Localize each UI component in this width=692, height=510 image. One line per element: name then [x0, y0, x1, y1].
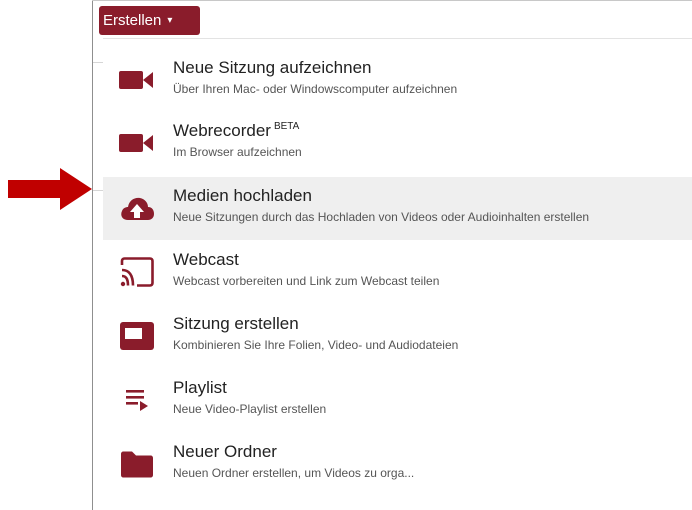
menu-item-title: Neuer Ordner [173, 442, 277, 461]
screenshot-page: Erstellen ▾ Neue Sitzung aufzeichnen Übe… [0, 0, 692, 510]
folder-icon [119, 446, 155, 482]
caret-down-icon: ▾ [167, 14, 173, 26]
menu-item-upload-media[interactable]: Medien hochladen Neue Sitzungen durch da… [103, 177, 692, 240]
menu-item-title: Sitzung erstellen [173, 314, 299, 333]
beta-badge: BETA [273, 121, 300, 133]
menu-item-title-text: Webrecorder [173, 121, 271, 140]
video-camera-icon [119, 125, 155, 161]
menu-item-subtitle: Neue Sitzungen durch das Hochladen von V… [173, 210, 590, 224]
menu-item-subtitle: Über Ihren Mac- oder Windowscomputer auf… [173, 82, 458, 96]
menu-item-playlist[interactable]: Playlist Neue Video-Playlist erstellen [103, 369, 692, 432]
cast-icon [119, 254, 155, 290]
red-arrow-icon [8, 168, 92, 210]
menu-item-create-session[interactable]: Sitzung erstellen Kombinieren Sie Ihre F… [103, 305, 692, 368]
window-top-edge [92, 0, 692, 1]
menu-item-subtitle: Kombinieren Sie Ihre Folien, Video- und … [173, 338, 459, 352]
presentation-window-icon [119, 318, 155, 354]
menu-item-title: Webrecorder BETA [173, 121, 299, 141]
window-left-edge [92, 0, 93, 510]
menu-item-new-folder[interactable]: Neuer Ordner Neuen Ordner erstellen, um … [103, 433, 692, 496]
menu-item-title: Webcast [173, 250, 239, 269]
menu-item-subtitle: Neuen Ordner erstellen, um Videos zu org… [173, 466, 415, 480]
playlist-icon [119, 382, 155, 418]
menu-item-subtitle: Neue Video-Playlist erstellen [173, 402, 327, 416]
create-menu: Neue Sitzung aufzeichnen Über Ihren Mac-… [103, 38, 692, 510]
create-button-label: Erstellen [103, 12, 162, 29]
menu-item-subtitle: Im Browser aufzeichnen [173, 145, 302, 159]
divider [93, 62, 103, 63]
menu-item-title: Medien hochladen [173, 186, 312, 205]
menu-item-subtitle: Webcast vorbereiten und Link zum Webcast… [173, 274, 440, 288]
menu-item-title: Playlist [173, 378, 227, 397]
menu-item-record-session[interactable]: Neue Sitzung aufzeichnen Über Ihren Mac-… [103, 49, 692, 112]
menu-item-webcast[interactable]: Webcast Webcast vorbereiten und Link zum… [103, 241, 692, 304]
menu-item-title: Neue Sitzung aufzeichnen [173, 58, 372, 77]
video-camera-icon [119, 62, 155, 98]
cloud-upload-icon [119, 191, 155, 227]
menu-item-webrecorder[interactable]: Webrecorder BETA Im Browser aufzeichnen [103, 112, 692, 175]
divider [93, 190, 103, 191]
create-dropdown-button[interactable]: Erstellen ▾ [99, 6, 200, 35]
